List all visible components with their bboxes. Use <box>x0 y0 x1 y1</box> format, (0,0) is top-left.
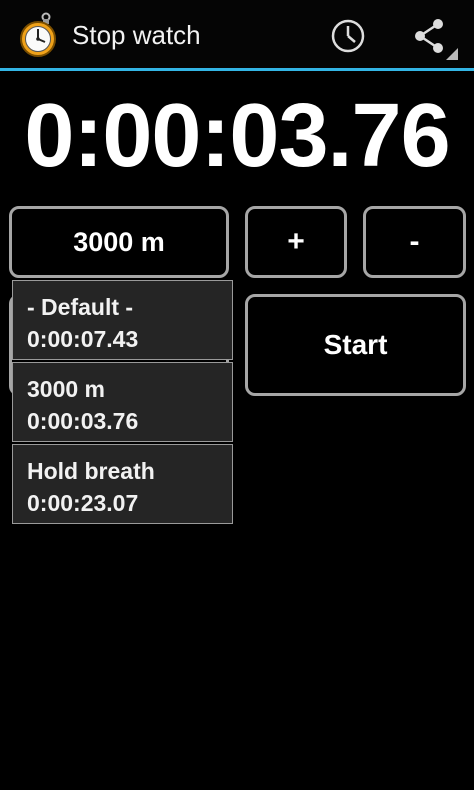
share-icon <box>415 19 458 60</box>
share-button[interactable] <box>408 14 460 62</box>
distance-dropdown: - Default - 0:00:07.43 3000 m 0:00:03.76… <box>12 280 233 526</box>
timer-display: 0:00:03.76 <box>24 86 450 186</box>
action-bar-divider <box>0 68 474 71</box>
start-button[interactable]: Start <box>245 294 466 396</box>
stopwatch-app-icon <box>18 12 60 58</box>
dropdown-item-time: 0:00:23.07 <box>27 490 139 516</box>
plus-button[interactable]: + <box>245 206 347 278</box>
dropdown-item-time: 0:00:07.43 <box>27 326 139 352</box>
history-button[interactable] <box>328 16 368 56</box>
action-bar: Stop watch <box>0 0 474 68</box>
dropdown-item-name: 3000 m <box>27 376 106 402</box>
distance-button[interactable]: 3000 m <box>9 206 229 278</box>
dropdown-item-name: - Default - <box>27 294 134 320</box>
dropdown-item-name: Hold breath <box>27 458 155 484</box>
dropdown-item-default[interactable]: - Default - 0:00:07.43 <box>12 280 233 360</box>
minus-button[interactable]: - <box>363 206 466 278</box>
clock-icon <box>331 19 365 53</box>
dropdown-item-3000m[interactable]: 3000 m 0:00:03.76 <box>12 362 233 442</box>
dropdown-item-hold-breath[interactable]: Hold breath 0:00:23.07 <box>12 444 233 524</box>
app-title: Stop watch <box>72 20 201 50</box>
dropdown-item-time: 0:00:03.76 <box>27 408 139 434</box>
